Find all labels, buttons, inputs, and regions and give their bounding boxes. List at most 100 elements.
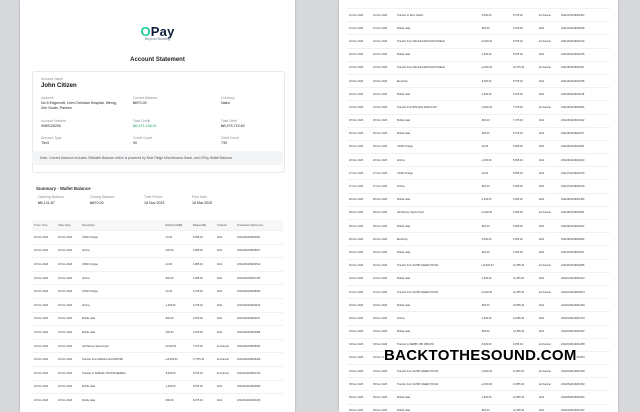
table-cell: 23112934109002562 bbox=[559, 232, 610, 246]
table-cell: 19 Nov 2023 bbox=[32, 352, 56, 367]
table-cell: 18 Nov 2023 bbox=[32, 257, 56, 272]
table-cell: Mobile data bbox=[395, 324, 479, 339]
table-cell: 23120534109001562 bbox=[559, 377, 610, 391]
table-cell: 7,575.40 bbox=[511, 100, 537, 114]
column-header: Description bbox=[80, 220, 163, 231]
table-row: 19 Nov 2023 19 Nov 2023 Transfer from ADEO… bbox=[32, 352, 283, 367]
table-cell: Web bbox=[537, 126, 559, 141]
table-cell: 23111834109008906 bbox=[235, 284, 283, 299]
column-header: Value Date bbox=[56, 220, 80, 231]
table-cell: 5,095.40 bbox=[191, 230, 215, 245]
time-period-value: 18 Nov 2023 bbox=[144, 201, 165, 205]
table-cell: Mobile data bbox=[395, 403, 479, 412]
table-cell: -1,000.00 bbox=[479, 311, 511, 325]
table-cell: 24 Nov 2023 bbox=[371, 100, 395, 114]
table-cell: -500.00 bbox=[479, 403, 511, 412]
table-cell: Web bbox=[537, 271, 559, 286]
table-cell: 29 Nov 2023 bbox=[347, 218, 371, 233]
table-cell: -500.00 bbox=[479, 324, 511, 339]
table-cell: 26 Nov 2023 bbox=[347, 139, 371, 154]
table-cell: Mobile data bbox=[395, 113, 479, 128]
table-cell: 20 Nov 2023 bbox=[56, 379, 80, 394]
statement-title: Account Statement bbox=[130, 57, 185, 63]
table-cell: 3,375.40 bbox=[191, 297, 215, 313]
table-cell: -1,000.00 bbox=[479, 390, 511, 405]
table-cell: 23 Nov 2023 bbox=[347, 60, 371, 75]
table-row: 21 Nov 2023 21 Nov 2023 Transfer to Ikem O… bbox=[347, 7, 610, 22]
table-cell: +2,000.00 bbox=[479, 205, 511, 220]
credit-count-label: Credit Count bbox=[133, 136, 153, 140]
note-text: Note: Current Balance includes OWealth B… bbox=[40, 156, 233, 160]
table-cell: 23113034109001937 bbox=[559, 245, 610, 260]
table-cell: 27 Nov 2023 bbox=[347, 166, 371, 180]
table-cell: 05 Dec 2023 bbox=[347, 377, 371, 391]
table-cell: 13,855.40 bbox=[511, 377, 537, 391]
table-cell: Airtime bbox=[80, 243, 163, 258]
table-cell: 19 Nov 2023 bbox=[32, 325, 56, 340]
balance-note: Note: Current Balance includes OWealth B… bbox=[32, 151, 283, 165]
table-cell: 18 Nov 2023 bbox=[32, 284, 56, 299]
table-cell: 28 Nov 2023 bbox=[347, 192, 371, 207]
table-cell: 4,385.40 bbox=[191, 270, 215, 285]
table-cell: 23111834109006512 bbox=[235, 257, 283, 272]
table-cell: 22 Nov 2023 bbox=[371, 34, 395, 49]
table-cell: 23112234109001019 bbox=[559, 34, 610, 49]
table-cell: 20 Nov 2023 bbox=[56, 365, 80, 381]
table-cell: 23111834109007783 bbox=[235, 270, 283, 285]
table-cell: Mobile data bbox=[80, 393, 163, 407]
table-cell: 22 Nov 2023 bbox=[347, 47, 371, 62]
table-cell: 05 Dec 2023 bbox=[371, 390, 395, 405]
table-cell: E-Channel bbox=[537, 205, 559, 220]
table-cell: +2,000.00 bbox=[479, 377, 511, 391]
table-cell: Mobile data bbox=[395, 390, 479, 405]
table-cell: 11,855.40 bbox=[511, 364, 537, 378]
table-cell: -1,000.00 bbox=[479, 271, 511, 286]
table-cell: -500.00 bbox=[479, 126, 511, 141]
column-header: Debit/Credit(₦) bbox=[163, 220, 191, 231]
table-cell: 23112334109001467 bbox=[559, 60, 610, 75]
table-cell: 18 Nov 2023 bbox=[32, 243, 56, 258]
table-cell: 19 Nov 2023 bbox=[56, 325, 80, 340]
table-cell: 22 Nov 2023 bbox=[347, 34, 371, 49]
table-cell: -8,000.00 bbox=[163, 365, 191, 381]
table-cell: 25 Nov 2023 bbox=[347, 113, 371, 128]
print-date-label: Print Date bbox=[192, 195, 208, 199]
table-cell: Add Money Spend Card bbox=[80, 338, 163, 353]
table-cell: 27 Nov 2023 bbox=[371, 179, 395, 194]
table-cell: 19 Nov 2023 bbox=[56, 352, 80, 367]
transactions-table-page1: Trans. Time Value Date Description Debit/Cr… bbox=[32, 220, 283, 407]
table-cell: -300.00 bbox=[163, 325, 191, 340]
table-cell: E-Channel bbox=[215, 365, 235, 381]
table-cell: -10.00 bbox=[163, 230, 191, 245]
table-cell: 6,055.40 bbox=[511, 205, 537, 220]
table-cell: Transfer from GRACE ADAKOLE PONELE bbox=[395, 60, 479, 75]
account-type-value: Tier3 bbox=[41, 141, 50, 145]
table-cell: 12,855.40 bbox=[511, 390, 537, 405]
table-cell: -1,000.00 bbox=[479, 87, 511, 101]
table-cell: 19 Nov 2023 bbox=[32, 311, 56, 326]
table-cell: 03 Dec 2023 bbox=[371, 324, 395, 339]
table-cell: 27 Nov 2023 bbox=[347, 179, 371, 194]
table-cell: Web bbox=[537, 218, 559, 233]
table-cell: Mobile data bbox=[80, 325, 163, 340]
table-cell: 23112734109001753 bbox=[559, 166, 610, 180]
currency-label: Currency bbox=[221, 96, 235, 100]
table-cell: USSD Charge bbox=[80, 257, 163, 272]
table-cell: 18 Nov 2023 bbox=[56, 270, 80, 285]
table-cell: Airtime bbox=[395, 179, 479, 194]
table-cell: 21 Nov 2023 bbox=[371, 21, 395, 35]
table-cell: 29 Nov 2023 bbox=[371, 218, 395, 233]
column-header: Balance(₦) bbox=[191, 220, 215, 231]
table-cell: E-Channel bbox=[537, 284, 559, 299]
table-cell: 23112534109002707 bbox=[559, 126, 610, 141]
table-cell: 21 Nov 2023 bbox=[347, 7, 371, 22]
table-row: 19 Nov 2023 19 Nov 2023 Airtime -1,000.00 3,… bbox=[32, 297, 283, 313]
table-cell: 23112634109002419 bbox=[559, 153, 610, 167]
table-cell: +5,000.00 bbox=[479, 34, 511, 49]
table-cell: 6,565.40 bbox=[511, 139, 537, 154]
table-cell: 11,355.40 bbox=[511, 271, 537, 286]
table-cell: E-Channel bbox=[537, 364, 559, 378]
table-row: 19 Nov 2023 19 Nov 2023 Add Money Spend Ca… bbox=[32, 338, 283, 353]
table-cell: 21 Nov 2023 bbox=[371, 7, 395, 22]
table-cell: -500.00 bbox=[479, 21, 511, 35]
